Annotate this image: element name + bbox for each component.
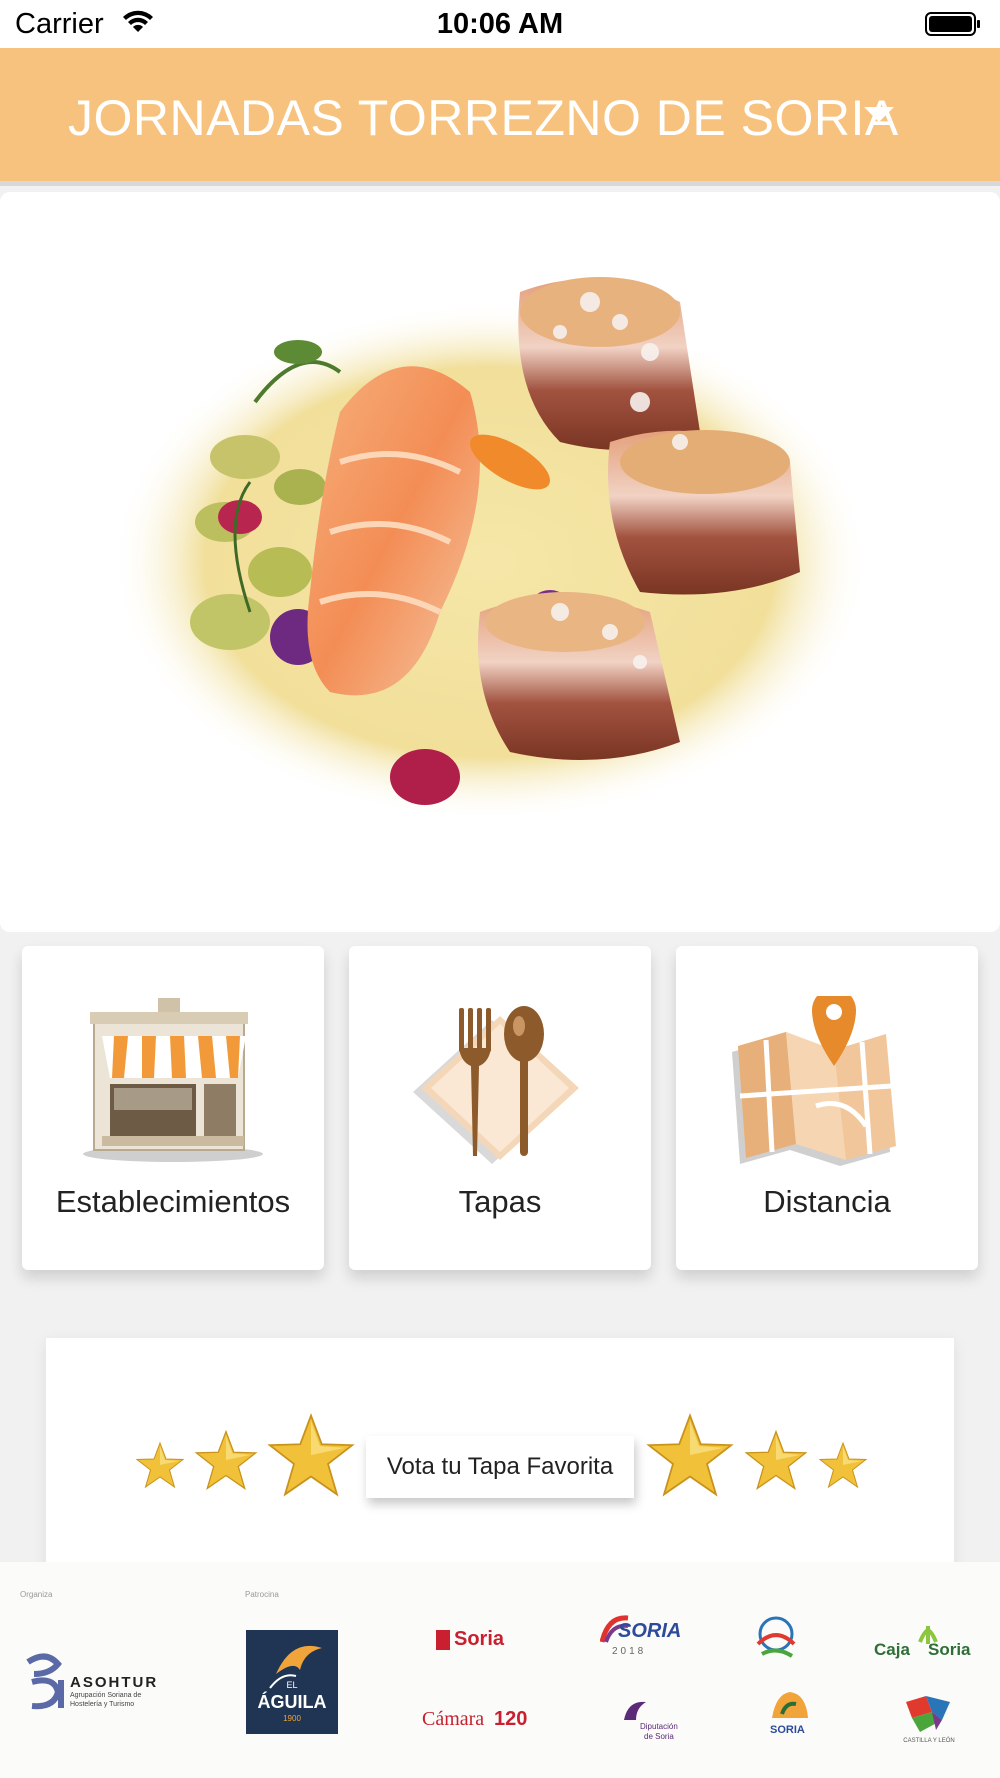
asohtur-logo: ASOHTUR Agrupación Soriana de Hostelería… — [24, 1652, 184, 1722]
castilla-leon-logo: CASTILLA Y LEÓN — [898, 1692, 960, 1752]
vote-label: Vota tu Tapa Favorita — [386, 1453, 614, 1480]
soria-turismo-text: SORIA — [770, 1724, 805, 1736]
asohtur-mark — [26, 1653, 64, 1710]
fork-spoon-icon — [413, 1006, 579, 1164]
castilla-leon-mark — [906, 1696, 950, 1732]
soria-2018-year: 2018 — [612, 1646, 647, 1657]
star-icon — [646, 1413, 734, 1497]
vote-card[interactable]: Vota tu Tapa Favorita — [46, 1338, 954, 1578]
diputacion-logo: Diputación de Soria — [622, 1698, 702, 1746]
event-selector-title[interactable]: JORNADAS TORREZNO DE SORIA — [68, 89, 899, 147]
aguila-year: 1900 — [283, 1714, 301, 1723]
caja-rural-logo: Caja Soria — [874, 1622, 978, 1662]
castilla-text: CASTILLA Y LEÓN — [903, 1738, 955, 1744]
asohtur-sub2: Hostelería y Turismo — [70, 1701, 135, 1708]
app-header: JORNADAS TORREZNO DE SORIA — [0, 48, 1000, 186]
dish-photo — [0, 192, 1000, 932]
asohtur-sub1: Agrupación Soriana de — [70, 1692, 142, 1699]
tile-establecimientos[interactable]: Establecimientos — [22, 946, 324, 1270]
tile-label-distancia: Distancia — [763, 1184, 891, 1219]
aguila-top: EL — [286, 1680, 298, 1690]
status-time: 10:06 AM — [436, 8, 564, 40]
el-aguila-logo: EL ÁGUILA 1900 — [246, 1630, 338, 1734]
patrocina-caption: Patrocina — [245, 1590, 279, 1599]
status-bar: Carrier 10:06 AM — [0, 0, 1000, 48]
diputacion-mark — [624, 1701, 646, 1720]
camara-logo: Cámara 120 — [422, 1706, 532, 1736]
star-icon — [135, 1441, 185, 1489]
star-icon — [267, 1413, 355, 1497]
soria-turismo-mark — [772, 1692, 808, 1718]
tile-tapas[interactable]: Tapas — [349, 946, 651, 1270]
diputacion-text-2: de Soria — [644, 1732, 674, 1741]
caret-down-icon[interactable] — [864, 107, 894, 122]
hero-image — [0, 192, 1000, 932]
tile-distancia[interactable]: Distancia — [676, 946, 978, 1270]
caja-soria-text: Soria — [928, 1640, 971, 1659]
sella-logo — [756, 1616, 796, 1658]
map-pin-icon — [732, 996, 896, 1166]
aguila-name: ÁGUILA — [257, 1692, 327, 1712]
sponsor-strip: Organiza Patrocina ASOHTUR Agrupación So… — [0, 1562, 1000, 1778]
soria-2018-logo: SORIA 2018 — [600, 1614, 682, 1668]
soria-turismo-logo: SORIA — [760, 1688, 820, 1750]
star-icon — [818, 1441, 868, 1489]
ayuntamiento-soria-logo: Soria — [436, 1626, 532, 1656]
caja-text: Caja — [874, 1640, 910, 1659]
star-icon — [194, 1429, 258, 1490]
star-icon — [744, 1429, 808, 1490]
storefront-icon — [83, 998, 263, 1162]
camara-num: 120 — [494, 1708, 528, 1730]
asohtur-name: ASOHTUR — [70, 1674, 159, 1691]
tile-label-tapas: Tapas — [458, 1184, 542, 1219]
tile-label-establecimientos: Establecimientos — [55, 1184, 291, 1219]
diputacion-text-1: Diputación — [640, 1722, 678, 1731]
soria-ayto-text: Soria — [454, 1628, 505, 1650]
battery-icon — [925, 12, 980, 36]
camara-text: Cámara — [422, 1708, 485, 1730]
organiza-caption: Organiza — [20, 1590, 53, 1599]
shield-icon — [436, 1630, 450, 1650]
vote-button[interactable]: Vota tu Tapa Favorita — [366, 1436, 634, 1498]
soria-2018-text: SORIA — [618, 1620, 682, 1642]
